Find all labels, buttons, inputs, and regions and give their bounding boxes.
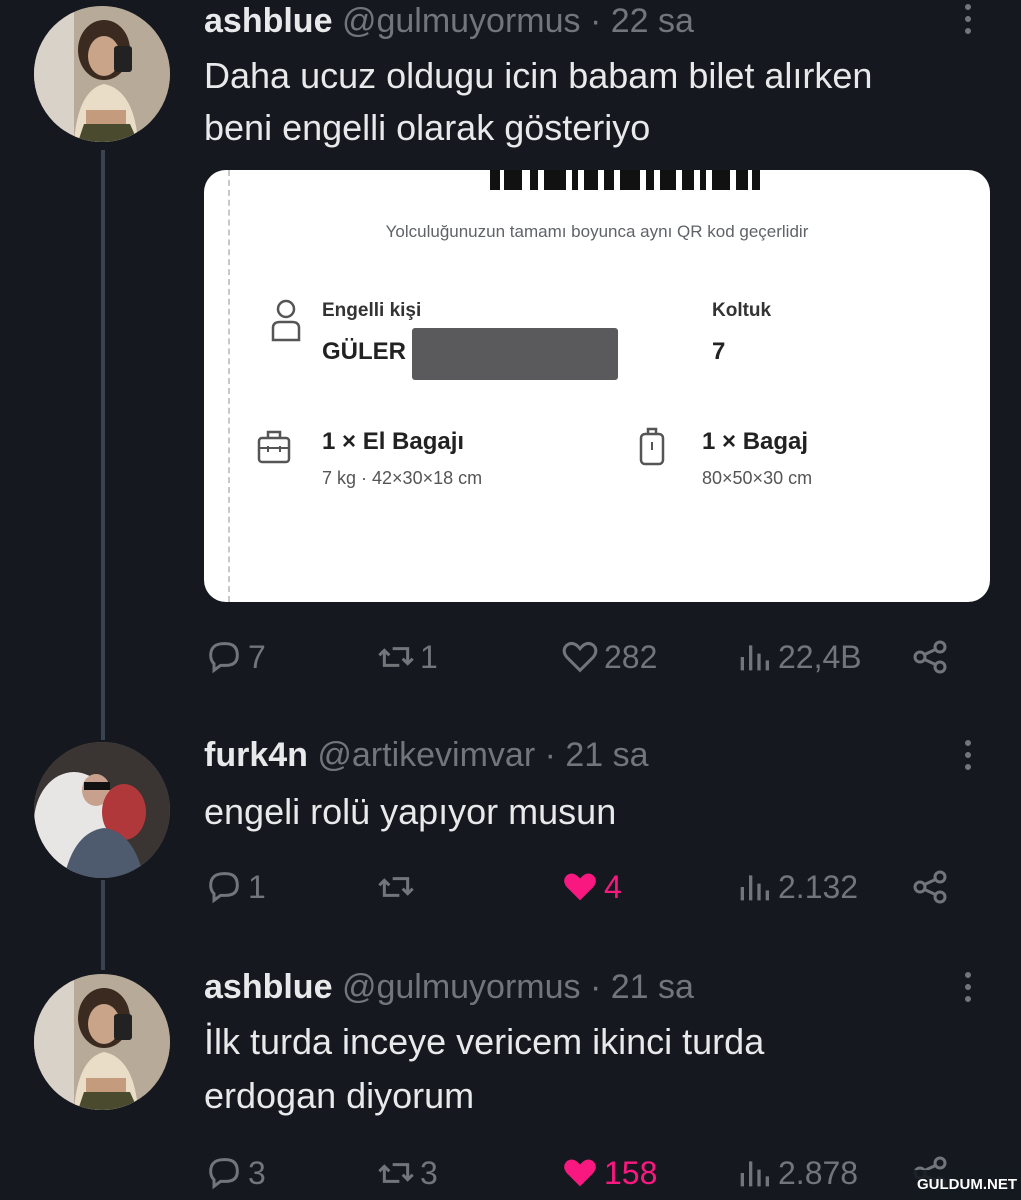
- avatar[interactable]: [34, 974, 170, 1110]
- redaction-box: [412, 328, 618, 380]
- passenger-label: Engelli kişi: [322, 300, 422, 321]
- watermark: GULDUM.NET: [913, 1170, 1021, 1200]
- timestamp[interactable]: · 21 sa: [590, 968, 694, 1006]
- display-name[interactable]: ashblue: [204, 2, 332, 40]
- thread-line: [101, 880, 105, 970]
- reply-count: 3: [248, 1154, 266, 1191]
- retweet-count: 3: [420, 1154, 438, 1191]
- views-icon: [740, 875, 769, 901]
- tweet-header: furk4n @artikevimvar · 21 sa: [204, 736, 649, 775]
- retweet-icon: [378, 877, 414, 897]
- tweet-actions: 1 4 2.132: [204, 864, 964, 910]
- heart-icon: [564, 873, 596, 901]
- more-icon[interactable]: [958, 740, 978, 776]
- luggage-icon: [639, 427, 665, 466]
- thread-line: [101, 150, 105, 740]
- reply-button[interactable]: 3: [204, 1150, 266, 1196]
- retweet-icon: [378, 1163, 414, 1183]
- heart-icon: [562, 641, 598, 673]
- tweet-text-line: engeli rolü yapıyor musun: [204, 791, 617, 832]
- display-name[interactable]: ashblue: [204, 968, 332, 1006]
- display-name[interactable]: furk4n: [204, 736, 308, 774]
- hand-bag-detail: 7 kg · 42×30×18 cm: [322, 468, 483, 488]
- views-icon: [740, 1161, 769, 1187]
- tweet-header: ashblue @gulmuyormus · 22 sa: [204, 2, 694, 41]
- bag-title: 1 × Bagaj: [702, 428, 809, 455]
- retweet-button[interactable]: 1: [376, 634, 438, 680]
- retweet-button[interactable]: 3: [376, 1150, 438, 1196]
- seat-value: 7: [712, 338, 726, 365]
- retweet-count: 1: [420, 638, 438, 675]
- share-icon: [913, 640, 947, 674]
- avatar[interactable]: [34, 742, 170, 878]
- views-icon: [740, 645, 769, 671]
- like-count: 282: [604, 638, 658, 675]
- views-button[interactable]: 2.878: [734, 1150, 858, 1196]
- avatar[interactable]: [34, 6, 170, 142]
- like-button[interactable]: 282: [560, 634, 657, 680]
- views-button[interactable]: 22,4B: [734, 634, 862, 680]
- tweet-header: ashblue @gulmuyormus · 21 sa: [204, 968, 694, 1007]
- hand-bag-title: 1 × El Bagajı: [322, 428, 465, 455]
- reply-icon: [209, 1158, 239, 1190]
- like-button[interactable]: 158: [560, 1150, 657, 1196]
- share-button[interactable]: [910, 634, 954, 680]
- timestamp[interactable]: · 21 sa: [545, 736, 649, 774]
- reply-count: 7: [248, 638, 266, 675]
- view-count: 22,4B: [778, 638, 862, 675]
- view-count: 2.132: [778, 868, 859, 905]
- like-count: 4: [604, 868, 622, 905]
- like-button[interactable]: 4: [560, 864, 622, 910]
- ticket-image[interactable]: Yolculuğunuzun tamamı boyunca aynı QR ko…: [204, 170, 990, 602]
- user-handle[interactable]: @gulmuyormus: [342, 968, 581, 1006]
- seat-label: Koltuk: [712, 300, 772, 321]
- retweet-icon: [378, 647, 414, 667]
- reply-icon: [209, 872, 239, 904]
- tweet-text-line: İlk turda inceye vericem ikinci turda: [204, 1021, 765, 1062]
- tweet-actions: 3 3 158 2.878: [204, 1150, 964, 1196]
- share-button[interactable]: [910, 864, 954, 910]
- briefcase-icon: [257, 430, 291, 464]
- heart-icon: [564, 1159, 596, 1187]
- share-icon: [913, 870, 947, 904]
- passenger-name: GÜLER: [322, 338, 406, 365]
- reply-count: 1: [248, 868, 266, 905]
- more-icon[interactable]: [958, 972, 978, 1008]
- tweet-text-line: Daha ucuz oldugu icin babam bilet alırke…: [204, 55, 873, 96]
- reply-button[interactable]: 1: [204, 864, 266, 910]
- qr-note: Yolculuğunuzun tamamı boyunca aynı QR ko…: [385, 222, 809, 241]
- timestamp[interactable]: · 22 sa: [590, 2, 694, 40]
- more-icon[interactable]: [958, 4, 978, 40]
- tweet-actions: 7 1 282 22,4B: [204, 634, 964, 680]
- retweet-button[interactable]: [376, 864, 420, 910]
- view-count: 2.878: [778, 1154, 859, 1191]
- user-handle[interactable]: @gulmuyormus: [342, 2, 581, 40]
- reply-icon: [209, 642, 239, 674]
- tweet-text-line: beni engelli olarak gösteriyo: [204, 107, 651, 148]
- qr-code: [490, 170, 760, 190]
- like-count: 158: [604, 1154, 658, 1191]
- views-button[interactable]: 2.132: [734, 864, 858, 910]
- user-handle[interactable]: @artikevimvar: [317, 736, 535, 774]
- bag-detail: 80×50×30 cm: [702, 468, 813, 488]
- user-icon: [271, 299, 301, 342]
- reply-button[interactable]: 7: [204, 634, 266, 680]
- tweet-text-line: erdogan diyorum: [204, 1075, 475, 1116]
